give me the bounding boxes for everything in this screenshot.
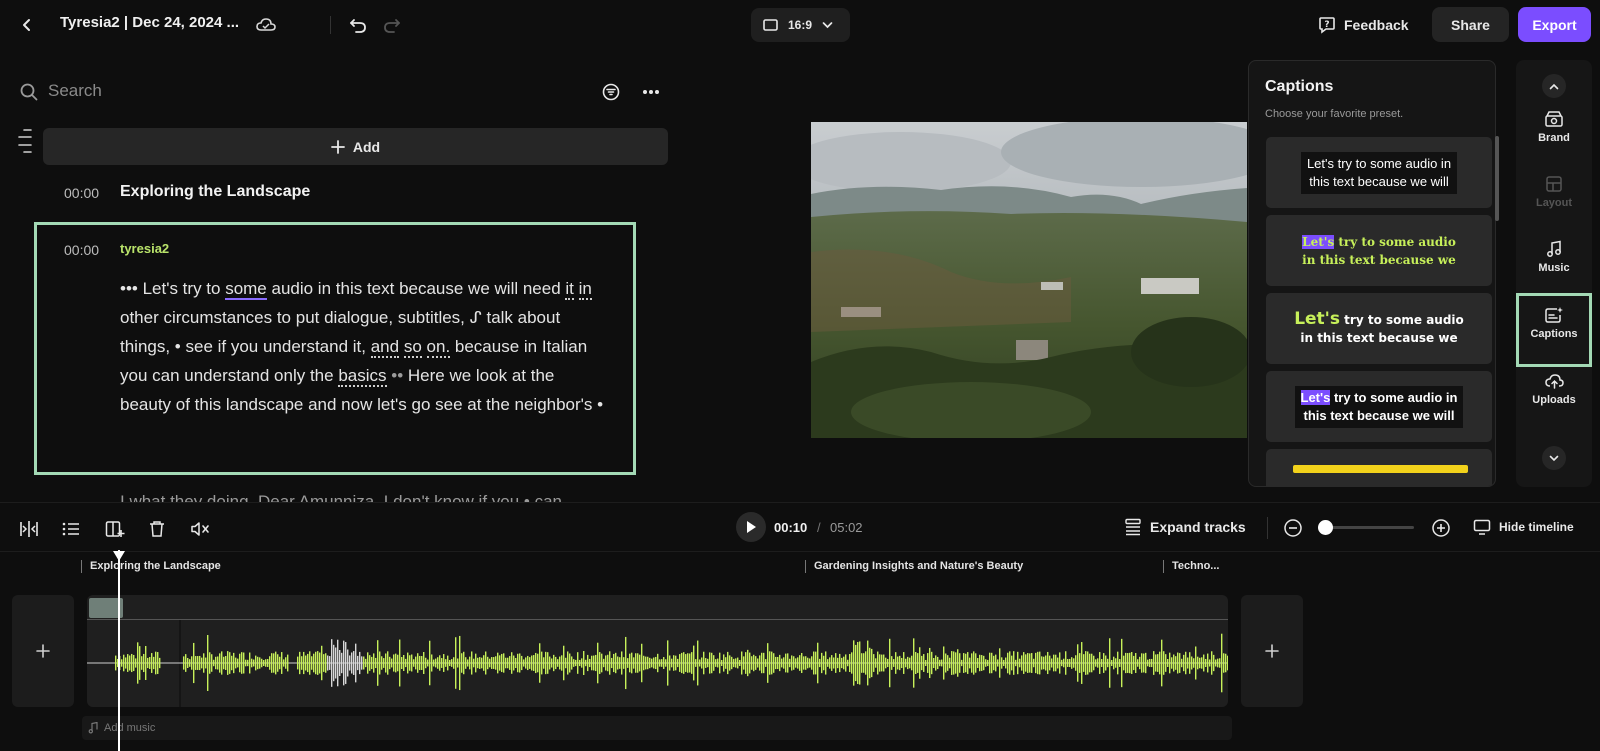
feedback-icon: ?: [1319, 17, 1335, 34]
mute-icon[interactable]: [189, 518, 211, 540]
current-time: 00:10: [774, 520, 808, 535]
zoom-out-icon[interactable]: [1282, 517, 1304, 539]
captions-scrollbar[interactable]: [1495, 136, 1499, 221]
add-music-label: Add music: [104, 722, 156, 734]
music-note-icon: [88, 722, 98, 734]
transcript-text[interactable]: ••• Let's try to some audio in this text…: [120, 274, 610, 419]
play-icon: [747, 521, 756, 533]
add-music-row[interactable]: Add music: [82, 716, 1232, 740]
uploads-icon: [1545, 374, 1564, 389]
captions-title: Captions: [1265, 78, 1334, 95]
audio-track[interactable]: [87, 595, 1228, 707]
waveform: [87, 633, 1228, 693]
rail-item-music[interactable]: Music: [1516, 240, 1592, 274]
tracks-icon: [1125, 518, 1141, 536]
segment-timestamp[interactable]: 00:00: [64, 242, 99, 258]
project-title[interactable]: Tyresia2 | Dec 24, 2024 ...: [60, 14, 239, 31]
share-button[interactable]: Share: [1432, 7, 1509, 42]
svg-text:?: ?: [1324, 20, 1329, 30]
feedback-button[interactable]: ? Feedback: [1318, 12, 1409, 38]
top-bar: Tyresia2 | Dec 24, 2024 ... 16:9 ? Feedb…: [0, 0, 1600, 50]
layout-icon: [1546, 176, 1562, 192]
divider: [1267, 517, 1268, 539]
preset-highlight-bar: [1293, 465, 1468, 473]
caption-preset-1[interactable]: Let's try to some audio in this text beca…: [1266, 137, 1492, 208]
aspect-ratio-dropdown[interactable]: 16:9: [751, 8, 850, 42]
rail-scroll-down-icon[interactable]: [1542, 446, 1566, 470]
speaker-name[interactable]: tyresia2: [120, 241, 169, 256]
plus-icon: [330, 139, 345, 154]
caption-preset-4[interactable]: Let's try to some audio in this text bec…: [1266, 371, 1492, 442]
filter-icon[interactable]: [600, 81, 622, 103]
play-button[interactable]: [736, 512, 766, 542]
landscape-image: [811, 122, 1247, 438]
time-separator: /: [817, 520, 821, 535]
screen-icon: [763, 19, 778, 31]
timeline-chapter-3[interactable]: Techno...: [1163, 560, 1219, 573]
expand-tracks-button[interactable]: Expand tracks: [1124, 517, 1246, 537]
feedback-label: Feedback: [1344, 17, 1409, 33]
add-chapter-button[interactable]: Add: [43, 128, 668, 165]
search-input[interactable]: Search: [48, 81, 102, 101]
plus-icon: [36, 644, 50, 658]
playhead-handle-icon[interactable]: [112, 550, 126, 562]
list-icon[interactable]: [60, 518, 82, 540]
zoom-in-icon[interactable]: [1430, 517, 1452, 539]
cloud-sync-icon[interactable]: [254, 13, 278, 37]
brand-icon: [1545, 111, 1563, 127]
playhead[interactable]: [118, 550, 120, 751]
captions-panel: Captions Choose your favorite preset. Le…: [1248, 60, 1496, 487]
captions-subtitle: Choose your favorite preset.: [1265, 108, 1404, 120]
add-label: Add: [352, 138, 381, 155]
add-track-left-button[interactable]: [12, 595, 74, 707]
search-icon: [20, 83, 38, 101]
total-time: 05:02: [830, 520, 863, 535]
divider: [330, 16, 331, 34]
more-options-icon[interactable]: [640, 81, 662, 103]
hide-timeline-button[interactable]: Hide timeline: [1473, 517, 1574, 537]
redo-icon[interactable]: [380, 13, 404, 37]
video-preview[interactable]: [811, 122, 1247, 438]
back-arrow-icon[interactable]: [16, 14, 38, 36]
next-segment-text[interactable]: I what they doing. Dear Amunniza, I don'…: [120, 489, 610, 503]
timeline-chapter-2[interactable]: Gardening Insights and Nature's Beauty: [805, 560, 1023, 573]
plus-icon: [1265, 644, 1279, 658]
rail-item-layout[interactable]: Layout: [1516, 175, 1592, 209]
chapter-timestamp[interactable]: 00:00: [64, 185, 99, 201]
caption-preset-3[interactable]: Let's try to some audio in this text bec…: [1266, 293, 1492, 364]
aspect-ratio-value: 16:9: [788, 18, 813, 32]
music-icon: [1547, 240, 1561, 257]
undo-icon[interactable]: [346, 13, 370, 37]
add-track-right-button[interactable]: [1241, 595, 1303, 707]
chapter-title[interactable]: Exploring the Landscape: [120, 183, 310, 201]
zoom-slider-handle[interactable]: [1318, 520, 1333, 535]
rail-item-uploads[interactable]: Uploads: [1516, 372, 1592, 406]
trash-icon[interactable]: [146, 518, 168, 540]
export-button[interactable]: Export: [1518, 7, 1591, 42]
monitor-icon: [1473, 519, 1491, 535]
outline-toggle-icon[interactable]: [18, 128, 32, 154]
rail-item-brand[interactable]: Brand: [1516, 110, 1592, 144]
chevron-down-icon: [822, 22, 833, 29]
add-scene-icon[interactable]: [104, 518, 126, 540]
search-row: Search: [20, 78, 670, 106]
rail-scroll-up-icon[interactable]: [1542, 74, 1566, 98]
tool-rail: Brand Layout Music Captions Uploads: [1516, 60, 1592, 487]
hide-timeline-label: Hide timeline: [1499, 520, 1574, 534]
caption-preset-5[interactable]: [1266, 449, 1492, 486]
split-icon[interactable]: [18, 518, 40, 540]
captions-selected-outline: [1516, 293, 1592, 367]
caption-preset-2[interactable]: Let's try to some audio in this text bec…: [1266, 215, 1492, 286]
expand-tracks-label: Expand tracks: [1150, 519, 1246, 535]
timeline-chapter-1[interactable]: Exploring the Landscape: [81, 560, 221, 573]
